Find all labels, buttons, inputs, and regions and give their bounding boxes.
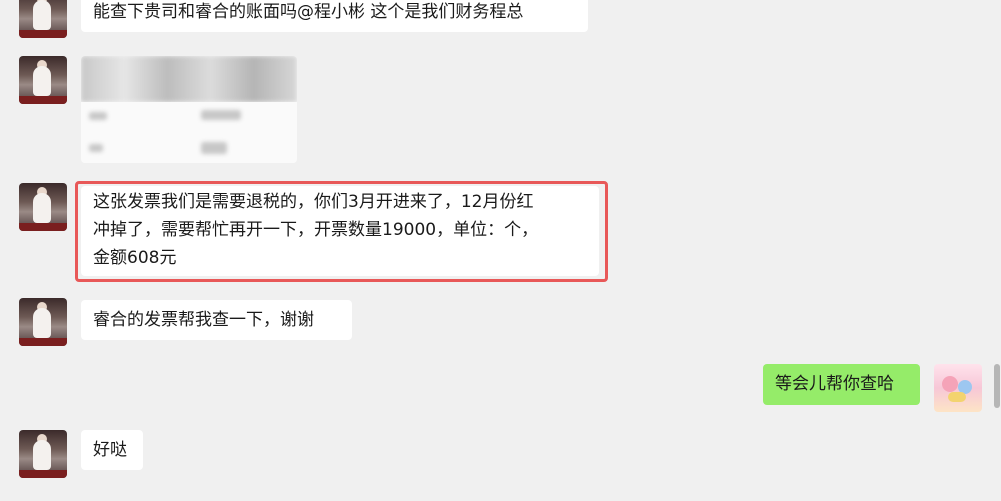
- avatar-floor: [19, 338, 67, 346]
- blurred-mark: [201, 110, 241, 120]
- blurred-image-body: [81, 102, 297, 163]
- sender-avatar[interactable]: [19, 430, 67, 478]
- avatar-figure: [33, 440, 51, 470]
- avatar-figure: [33, 308, 51, 338]
- avatar-floor: [19, 470, 67, 478]
- self-avatar[interactable]: [934, 364, 982, 412]
- message-bubble[interactable]: 睿合的发票帮我查一下，谢谢: [81, 300, 352, 340]
- avatar-art: [942, 376, 958, 392]
- message-text: 好哒: [93, 440, 127, 460]
- sender-avatar[interactable]: [19, 183, 67, 231]
- avatar-figure: [33, 66, 51, 96]
- avatar-floor: [19, 30, 67, 38]
- blurred-mark: [89, 144, 103, 152]
- avatar-figure: [33, 193, 51, 223]
- message-bubble[interactable]: 这张发票我们是需要退税的，你们3月开进来了，12月份红 冲掉了，需要帮忙再开一下…: [81, 186, 599, 276]
- blurred-mark: [201, 142, 227, 154]
- sender-avatar[interactable]: [19, 56, 67, 104]
- message-text: 能查下贵司和睿合的账面吗@程小彬 这个是我们财务程总: [93, 2, 524, 22]
- sender-avatar[interactable]: [19, 0, 67, 38]
- avatar-floor: [19, 96, 67, 104]
- blurred-image-header: [81, 56, 297, 102]
- scrollbar-thumb[interactable]: [994, 364, 1000, 408]
- image-message[interactable]: [81, 56, 297, 163]
- message-text: 睿合的发票帮我查一下，谢谢: [93, 310, 314, 330]
- message-bubble[interactable]: 好哒: [81, 430, 143, 470]
- message-bubble[interactable]: 能查下贵司和睿合的账面吗@程小彬 这个是我们财务程总: [81, 0, 588, 32]
- avatar-floor: [19, 223, 67, 231]
- outgoing-message-bubble[interactable]: 等会儿帮你查哈: [763, 364, 920, 405]
- sender-avatar[interactable]: [19, 298, 67, 346]
- avatar-art: [948, 392, 966, 402]
- blurred-mark: [89, 112, 107, 120]
- message-text: 等会儿帮你查哈: [775, 374, 894, 394]
- message-text-line: 这张发票我们是需要退税的，你们3月开进来了，12月份红: [93, 192, 534, 212]
- avatar-figure: [33, 0, 51, 30]
- message-text-line: 金额608元: [93, 248, 177, 268]
- message-text-line: 冲掉了，需要帮忙再开一下，开票数量19000，单位：个，: [93, 220, 539, 240]
